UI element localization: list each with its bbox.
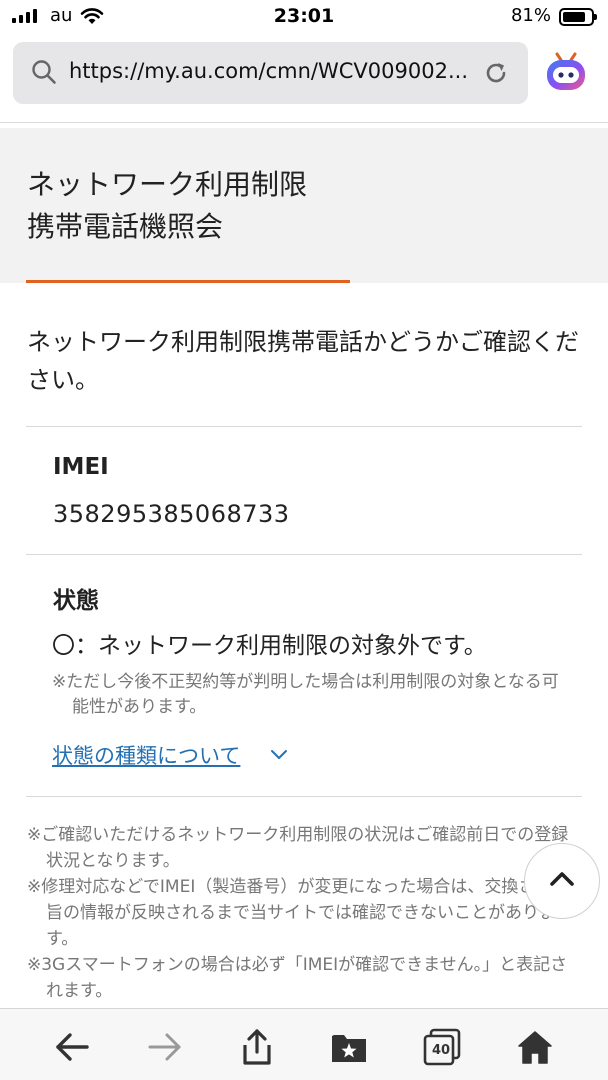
page-title: ネットワーク利用制限 携帯電話機照会 <box>27 168 308 243</box>
back-arrow-icon[interactable] <box>52 1027 92 1067</box>
page-header: ネットワーク利用制限 携帯電話機照会 <box>0 128 608 283</box>
status-types-link[interactable]: 状態の種類について <box>52 740 240 770</box>
forward-arrow-icon[interactable] <box>145 1027 185 1067</box>
imei-label: IMEI <box>53 454 109 480</box>
status-label: 状態 <box>53 588 99 614</box>
scroll-to-top-button[interactable] <box>524 843 600 919</box>
battery-icon <box>559 8 597 26</box>
tabs-icon[interactable]: 40 <box>422 1027 462 1067</box>
share-icon[interactable] <box>237 1027 277 1067</box>
chevron-up-icon <box>546 863 578 899</box>
browser-toolbar: 40 <box>0 1008 608 1080</box>
url-text[interactable]: https://my.au.com/cmn/WCV009002... <box>69 59 479 83</box>
bookmarks-icon[interactable] <box>329 1027 369 1067</box>
status-bar: au 23:01 81% <box>0 0 608 34</box>
status-value: 〇：ネットワーク利用制限の対象外です。 <box>52 633 487 659</box>
divider <box>26 426 582 427</box>
battery-percentage: 81% <box>510 5 551 26</box>
search-icon <box>31 59 57 89</box>
note-item: ※3Gスマートフォンの場合は必ず「IMEIが確認できません。」と表記されます。 <box>27 955 568 1001</box>
title-underline <box>26 280 350 283</box>
header-divider <box>0 122 608 123</box>
divider <box>26 796 582 797</box>
note-item: ※修理対応などでIMEI（製造番号）が変更になった場合は、交換された旨の情報が反… <box>27 877 570 949</box>
imei-value: 358295385068733 <box>53 500 290 528</box>
divider <box>26 554 582 555</box>
chevron-down-icon[interactable] <box>268 743 290 769</box>
notes-list: ※ご確認いただけるネットワーク利用制限の状況はご確認前日での登録状況となります。… <box>27 822 577 1004</box>
home-icon[interactable] <box>515 1027 555 1067</box>
intro-text: ネットワーク利用制限携帯電話かどうかご確認ください。 <box>27 328 579 394</box>
note-item: ※ご確認いただけるネットワーク利用制限の状況はご確認前日での登録状況となります。 <box>27 825 569 871</box>
reload-icon[interactable] <box>482 59 510 91</box>
address-bar[interactable]: https://my.au.com/cmn/WCV009002... <box>13 42 528 104</box>
assistant-bot-icon[interactable] <box>543 50 589 100</box>
tab-count: 40 <box>431 1042 451 1058</box>
status-note: ※ただし今後不正契約等が判明した場合は利用制限の対象となる可能性があります。 <box>52 672 559 717</box>
